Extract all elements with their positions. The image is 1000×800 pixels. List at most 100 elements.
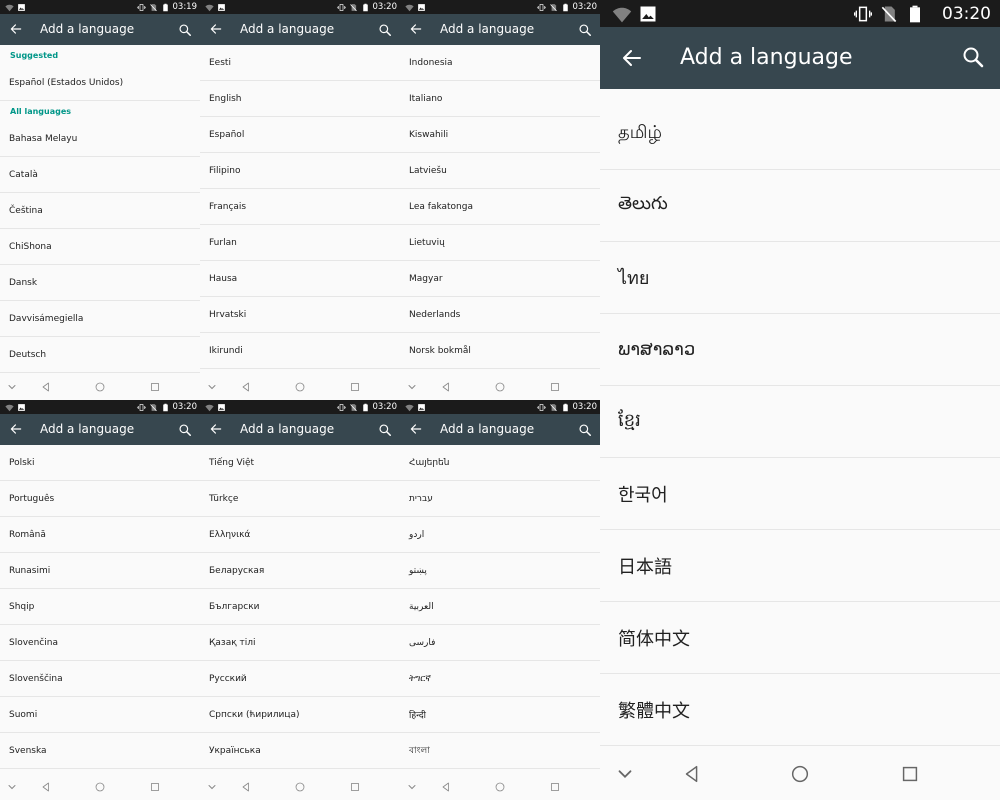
language-item[interactable]: Slovenčina <box>0 625 200 661</box>
language-item[interactable]: اردو <box>400 517 600 553</box>
back-triangle-icon[interactable] <box>440 381 452 393</box>
recents-square-icon[interactable] <box>899 763 921 785</box>
recents-square-icon[interactable] <box>549 381 561 393</box>
language-item[interactable]: Italiano <box>400 81 600 117</box>
language-item[interactable]: Lietuvių <box>400 225 600 261</box>
arrow-back-icon[interactable] <box>409 21 423 37</box>
language-item[interactable]: Català <box>0 157 200 193</box>
language-item[interactable]: Português <box>0 481 200 517</box>
language-item[interactable]: Čeština <box>0 193 200 229</box>
language-item[interactable]: Հայերեն <box>400 445 600 481</box>
language-item[interactable]: Norsk bokmål <box>400 333 600 369</box>
language-item[interactable]: Slovenščina <box>0 661 200 697</box>
language-item[interactable]: हिन्दी <box>400 697 600 733</box>
back-triangle-icon[interactable] <box>440 781 452 793</box>
language-item[interactable]: Ikirundi <box>200 333 400 369</box>
arrow-back-icon[interactable] <box>209 21 223 37</box>
back-triangle-icon[interactable] <box>240 381 252 393</box>
language-item[interactable]: Français <box>200 189 400 225</box>
language-item[interactable]: Davvisámegiella <box>0 301 200 337</box>
language-item[interactable]: پښتو <box>400 553 600 589</box>
search-icon[interactable] <box>178 422 192 437</box>
language-item[interactable]: Filipino <box>200 153 400 189</box>
language-item[interactable]: ខ្មែរ <box>600 386 1000 458</box>
language-item[interactable]: বাংলা <box>400 733 600 769</box>
chevron-down-icon[interactable] <box>6 381 18 393</box>
arrow-back-icon[interactable] <box>9 21 23 37</box>
language-item[interactable]: Hrvatski <box>200 297 400 333</box>
language-item[interactable]: தமிழ் <box>600 98 1000 170</box>
chevron-down-icon[interactable] <box>206 381 218 393</box>
search-icon[interactable] <box>378 422 392 437</box>
language-item[interactable]: Español <box>200 117 400 153</box>
language-item[interactable]: Tiếng Việt <box>200 445 400 481</box>
language-item[interactable]: ພາສາລາວ <box>600 314 1000 386</box>
home-circle-icon[interactable] <box>94 781 106 793</box>
language-item[interactable]: Bahasa Melayu <box>0 121 200 157</box>
language-item[interactable]: ትግርኛ <box>400 661 600 697</box>
home-circle-icon[interactable] <box>494 381 506 393</box>
arrow-back-icon[interactable] <box>620 45 644 71</box>
chevron-down-icon[interactable] <box>406 781 418 793</box>
recents-square-icon[interactable] <box>349 781 361 793</box>
recents-square-icon[interactable] <box>149 781 161 793</box>
search-icon[interactable] <box>578 22 592 37</box>
language-item[interactable]: Eesti <box>200 45 400 81</box>
language-item[interactable]: Runasimi <box>0 553 200 589</box>
search-icon[interactable] <box>378 22 392 37</box>
language-item[interactable]: עברית <box>400 481 600 517</box>
language-item[interactable]: Furlan <box>200 225 400 261</box>
language-item[interactable]: Magyar <box>400 261 600 297</box>
chevron-down-icon[interactable] <box>614 763 636 785</box>
recents-square-icon[interactable] <box>149 381 161 393</box>
chevron-down-icon[interactable] <box>206 781 218 793</box>
arrow-back-icon[interactable] <box>409 421 423 437</box>
arrow-back-icon[interactable] <box>9 421 23 437</box>
language-item[interactable]: Indonesia <box>400 45 600 81</box>
language-item[interactable]: Hausa <box>200 261 400 297</box>
back-triangle-icon[interactable] <box>681 763 703 785</box>
language-item[interactable]: Nederlands <box>400 297 600 333</box>
chevron-down-icon[interactable] <box>6 781 18 793</box>
language-item[interactable]: Svenska <box>0 733 200 769</box>
language-item[interactable]: Türkçe <box>200 481 400 517</box>
language-item[interactable]: Български <box>200 589 400 625</box>
language-item[interactable]: English <box>200 81 400 117</box>
language-item[interactable]: Ελληνικά <box>200 517 400 553</box>
recents-square-icon[interactable] <box>349 381 361 393</box>
arrow-back-icon[interactable] <box>209 421 223 437</box>
language-item[interactable]: Polski <box>0 445 200 481</box>
home-circle-icon[interactable] <box>294 381 306 393</box>
language-item[interactable]: Dansk <box>0 265 200 301</box>
language-item[interactable]: Русский <box>200 661 400 697</box>
home-circle-icon[interactable] <box>494 781 506 793</box>
language-item[interactable]: Қазақ тілі <box>200 625 400 661</box>
back-triangle-icon[interactable] <box>40 781 52 793</box>
search-icon[interactable] <box>961 45 985 69</box>
home-circle-icon[interactable] <box>789 763 811 785</box>
back-triangle-icon[interactable] <box>240 781 252 793</box>
language-item[interactable]: 한국어 <box>600 458 1000 530</box>
back-triangle-icon[interactable] <box>40 381 52 393</box>
language-item[interactable]: Español (Estados Unidos) <box>0 65 200 101</box>
language-item[interactable]: తెలుగు <box>600 170 1000 242</box>
language-item[interactable]: Shqip <box>0 589 200 625</box>
search-icon[interactable] <box>578 422 592 437</box>
language-item[interactable]: ChiShona <box>0 229 200 265</box>
language-item[interactable]: Українська <box>200 733 400 769</box>
language-item[interactable]: Српски (ћирилица) <box>200 697 400 733</box>
language-item[interactable]: Беларуская <box>200 553 400 589</box>
language-item[interactable]: Română <box>0 517 200 553</box>
language-item[interactable]: فارسی <box>400 625 600 661</box>
chevron-down-icon[interactable] <box>406 381 418 393</box>
recents-square-icon[interactable] <box>549 781 561 793</box>
search-icon[interactable] <box>178 22 192 37</box>
language-item[interactable]: Lea fakatonga <box>400 189 600 225</box>
language-item[interactable]: 日本語 <box>600 530 1000 602</box>
language-item[interactable]: 繁體中文 <box>600 674 1000 746</box>
language-item[interactable]: Kiswahili <box>400 117 600 153</box>
language-item[interactable]: ไทย <box>600 242 1000 314</box>
home-circle-icon[interactable] <box>294 781 306 793</box>
language-item[interactable]: Latviešu <box>400 153 600 189</box>
language-item[interactable]: Suomi <box>0 697 200 733</box>
